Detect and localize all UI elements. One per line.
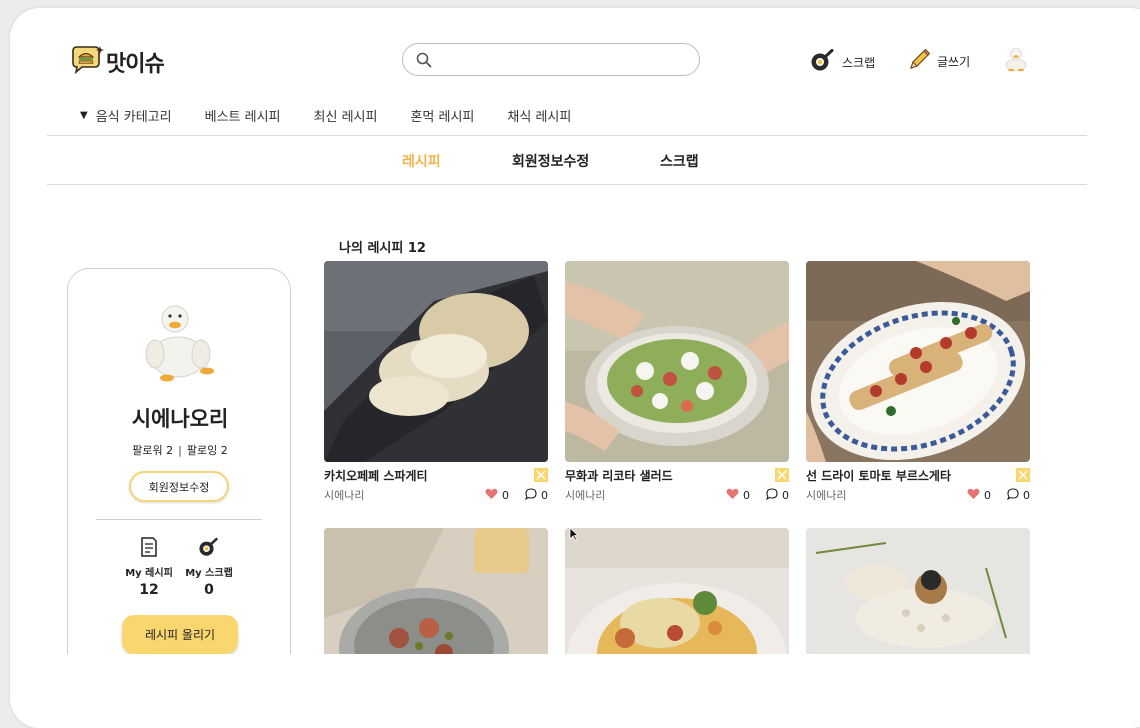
- my-recipes-heading: 나의 레시피 12: [339, 241, 426, 256]
- recipe-photo[interactable]: [565, 261, 789, 462]
- speech-bubble-icon[interactable]: [1007, 487, 1019, 503]
- document-icon: [140, 537, 158, 561]
- recipe-card[interactable]: 무화과 리코타 샐러드 시에나리 0 0: [565, 261, 789, 503]
- recipe-photo[interactable]: [806, 261, 1030, 462]
- scrap-link[interactable]: 스크랩: [810, 48, 875, 77]
- speech-bubble-icon[interactable]: [525, 487, 537, 503]
- edit-profile-button[interactable]: 회원정보수정: [129, 471, 229, 502]
- like-count: 0: [984, 488, 991, 502]
- tab-edit-profile[interactable]: 회원정보수정: [512, 151, 589, 171]
- comment-count: 0: [1023, 488, 1030, 502]
- divider: [47, 135, 1087, 136]
- duck-avatar-icon: [133, 299, 223, 393]
- my-scrap-count: 0: [204, 582, 214, 598]
- recipe-title[interactable]: 선 드라이 토마토 부르스게타: [806, 467, 951, 484]
- mouse-cursor-icon: [569, 526, 580, 545]
- my-recipe-count: 12: [139, 582, 159, 598]
- heart-icon[interactable]: [485, 488, 498, 503]
- recipe-photo[interactable]: [324, 261, 548, 462]
- nav-item-solo[interactable]: 혼먹 레시피: [410, 106, 474, 125]
- profile-name: 시에나오리: [131, 407, 229, 431]
- nav-item-category[interactable]: 음식 카테고리: [96, 106, 172, 125]
- write-link[interactable]: 글쓰기: [907, 48, 970, 75]
- profile-card: 시에나오리 팔로워 2 | 팔로잉 2 회원정보수정 My 레시피 12 My 스크…: [67, 268, 291, 654]
- tab-recipe[interactable]: 레시피: [402, 151, 441, 171]
- recipe-author[interactable]: 시에나리: [565, 487, 605, 503]
- recipe-card[interactable]: [565, 528, 789, 654]
- divider: [47, 184, 1087, 185]
- heart-icon[interactable]: [726, 488, 739, 503]
- tab-scrap[interactable]: 스크랩: [660, 151, 699, 171]
- page-viewport: 맛이슈 스크랩 글쓰기 ▼ 음식 카테고리 베스트 레시피 최신 레시피 혼먹 …: [47, 32, 1087, 654]
- speech-bubble-icon[interactable]: [766, 487, 778, 503]
- recipe-author[interactable]: 시에나리: [806, 487, 846, 503]
- site-logo[interactable]: 맛이슈: [70, 45, 165, 79]
- search-icon: [416, 52, 432, 72]
- recipe-card[interactable]: [324, 528, 548, 654]
- followers-count[interactable]: 팔로워 2: [132, 444, 173, 457]
- recipe-card[interactable]: [806, 528, 1030, 654]
- pencil-icon: [907, 48, 931, 75]
- recipe-title[interactable]: 카치오페페 스파게티: [324, 467, 428, 484]
- heart-icon[interactable]: [967, 488, 980, 503]
- following-count[interactable]: 팔로잉 2: [187, 444, 228, 457]
- my-scrap-label: My 스크랩: [185, 568, 233, 579]
- scrap-label: 스크랩: [842, 56, 876, 70]
- my-scrap-stat[interactable]: My 스크랩 0: [179, 537, 239, 598]
- search-bar[interactable]: [402, 43, 700, 76]
- frying-pan-icon: [198, 537, 220, 561]
- nav-item-best[interactable]: 베스트 레시피: [205, 106, 281, 125]
- recipe-author[interactable]: 시에나리: [324, 487, 364, 503]
- nav-item-latest[interactable]: 최신 레시피: [314, 106, 378, 125]
- recipe-photo[interactable]: [324, 528, 548, 654]
- search-input[interactable]: [443, 50, 683, 70]
- recipe-title[interactable]: 무화과 리코타 샐러드: [565, 467, 673, 484]
- duck-avatar-icon[interactable]: [1002, 45, 1030, 77]
- write-label: 글쓰기: [937, 55, 971, 69]
- recipe-card[interactable]: 카치오페페 스파게티 시에나리 0 0: [324, 261, 548, 503]
- cross-utensils-icon: [1016, 468, 1030, 482]
- like-count: 0: [743, 488, 750, 502]
- follow-stats: 팔로워 2 | 팔로잉 2: [132, 444, 228, 457]
- category-nav: ▼ 음식 카테고리 베스트 레시피 최신 레시피 혼먹 레시피 채식 레시피: [80, 106, 604, 125]
- upload-recipe-button[interactable]: 레시피 올리기: [122, 615, 238, 654]
- comment-count: 0: [541, 488, 548, 502]
- like-count: 0: [502, 488, 509, 502]
- triangle-down-icon: ▼: [80, 110, 88, 121]
- app-window: 맛이슈 스크랩 글쓰기 ▼ 음식 카테고리 베스트 레시피 최신 레시피 혼먹 …: [10, 8, 1140, 728]
- my-recipe-label: My 레시피: [125, 568, 173, 579]
- comment-count: 0: [782, 488, 789, 502]
- recipe-photo[interactable]: [806, 528, 1030, 654]
- cross-utensils-icon: [775, 468, 789, 482]
- frying-pan-icon: [810, 48, 836, 77]
- brand-name: 맛이슈: [106, 52, 165, 77]
- chat-bubble-burger-icon: [70, 45, 104, 79]
- cross-utensils-icon: [534, 468, 548, 482]
- my-recipe-stat[interactable]: My 레시피 12: [119, 537, 179, 598]
- divider: [96, 519, 262, 520]
- recipe-card[interactable]: 선 드라이 토마토 부르스게타 시에나리 0 0: [806, 261, 1030, 503]
- nav-item-vegan[interactable]: 채식 레시피: [507, 106, 571, 125]
- recipe-photo[interactable]: [565, 528, 789, 654]
